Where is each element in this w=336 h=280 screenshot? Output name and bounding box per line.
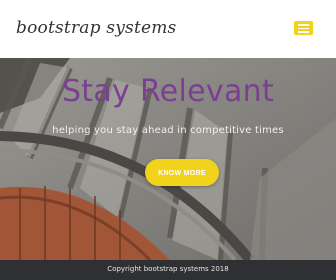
navbar-toggle-button[interactable] — [294, 21, 313, 35]
know-more-button[interactable]: KNOW MORE — [145, 159, 219, 186]
hero-title: Stay Relevant — [61, 74, 275, 109]
footer: Copyright bootstrap systems 2018 — [0, 260, 336, 280]
brand-logo[interactable]: bootstrap systems — [16, 18, 176, 38]
hero-subtitle: helping you stay ahead in competitive ti… — [52, 125, 284, 136]
hero-section: Stay Relevant helping you stay ahead in … — [0, 58, 336, 260]
hamburger-menu-icon — [298, 24, 309, 33]
navbar: bootstrap systems — [0, 0, 336, 58]
footer-copyright: Copyright bootstrap systems 2018 — [107, 265, 229, 273]
